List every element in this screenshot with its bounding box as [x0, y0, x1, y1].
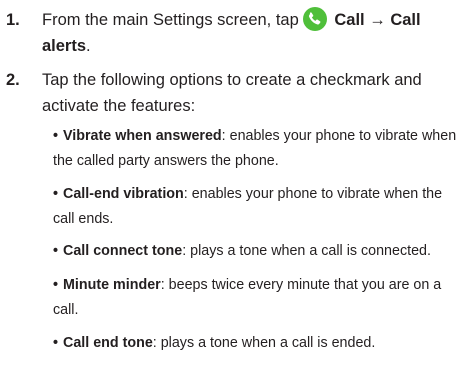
phone-call-icon — [302, 7, 327, 31]
step-text: From the main Settings screen, tap Call … — [42, 7, 467, 59]
bullet-dot: • — [53, 128, 59, 144]
step-1-path-call: Call — [334, 11, 365, 29]
bullet-item: • Vibrate when answered: enables your pho… — [53, 124, 467, 174]
step-number: 2. — [6, 71, 20, 89]
bullet-term: Call-end vibration — [63, 186, 184, 202]
bullet-dot: • — [53, 243, 59, 259]
bullet-term: Vibrate when answered — [63, 128, 222, 144]
bullet-desc: : plays a tone when a call is connected. — [182, 243, 431, 259]
bullet-desc: : plays a tone when a call is ended. — [152, 335, 376, 351]
bullet-item: • Call end tone: plays a tone when a call… — [53, 331, 467, 356]
bullet-item: • Call connect tone: plays a tone when a … — [53, 239, 467, 264]
bullet-term: Call connect tone — [63, 243, 183, 259]
bullet-dot: • — [53, 186, 59, 202]
bullet-item: • Call-end vibration: enables your phone … — [53, 182, 467, 232]
bullet-term: Call end tone — [63, 335, 153, 351]
step-1-prefix: From the main Settings screen, tap — [42, 11, 299, 29]
bullet-item: • Minute minder: beeps twice every minute… — [53, 273, 467, 323]
bullet-term: Minute minder — [63, 277, 161, 293]
arrow: → — [369, 11, 386, 29]
step-text: Tap the following options to create a ch… — [42, 71, 422, 115]
bullet-dot: • — [53, 277, 59, 293]
step-number: 1. — [6, 11, 20, 29]
bullet-dot: • — [53, 335, 59, 351]
step-1-suffix: . — [86, 37, 91, 55]
